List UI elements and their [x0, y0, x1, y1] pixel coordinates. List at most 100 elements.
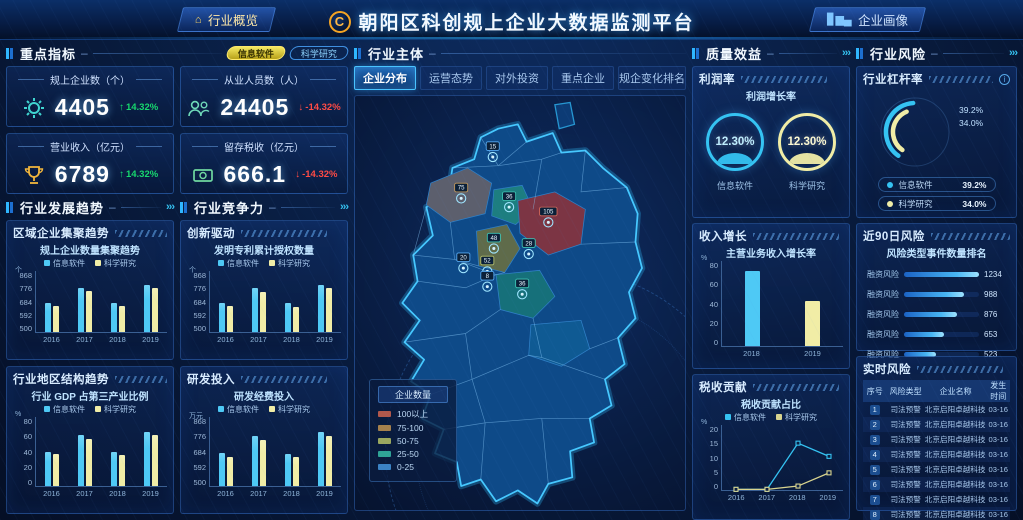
x-tick: 2016	[217, 489, 234, 498]
legend-label: 0-25	[397, 462, 414, 472]
panel-title: 近90日风险	[863, 228, 925, 244]
section-title: 行业发展趋势	[20, 198, 104, 217]
filter-tab-0[interactable]: 信息软件	[225, 46, 287, 60]
bar	[152, 435, 158, 486]
section-title: 行业竞争力	[194, 198, 264, 217]
filter-tab-1[interactable]: 科学研究	[288, 46, 350, 60]
row-no-badge: 6	[870, 480, 880, 490]
trophy-icon	[22, 163, 46, 187]
bar	[111, 303, 117, 332]
more-arrow[interactable]: ›››	[340, 201, 348, 213]
legend-item: 信息软件	[44, 404, 85, 415]
metric-delta-value: -14.32%	[302, 169, 337, 180]
occur-time: 03-16	[986, 402, 1010, 417]
bar	[293, 307, 299, 332]
y-tick: 10	[699, 454, 718, 463]
trend-panel-0: 创新驱动发明专利累计授权数量信息软件科学研究个86877668459250020…	[180, 220, 348, 360]
metric-value: 6789	[55, 161, 110, 188]
row-no-badge: 4	[870, 450, 880, 460]
legend-swatch	[269, 260, 275, 266]
table-row[interactable]: 4司法预警北京启阳卓越科技有限公司03-16	[863, 447, 1010, 462]
tab-运营态势[interactable]: 运营态势	[420, 66, 482, 90]
table-row[interactable]: 3司法预警北京启阳卓越科技有限公司03-16	[863, 432, 1010, 447]
tab-对外投资[interactable]: 对外投资	[486, 66, 548, 90]
legend-item: 科学研究	[95, 404, 136, 415]
tab-规企变化排名[interactable]: 规企变化排名	[618, 66, 686, 90]
bar-fill	[904, 312, 957, 317]
col-header: 序号	[863, 380, 887, 402]
table-row[interactable]: 1司法预警北京启阳卓越科技有限公司03-16	[863, 402, 1010, 417]
section-bars-icon	[692, 48, 701, 59]
tab-重点企业[interactable]: 重点企业	[552, 66, 614, 90]
plot-area	[209, 417, 341, 487]
bar	[45, 303, 51, 332]
bar	[53, 454, 59, 486]
more-arrow[interactable]: ›››	[1009, 47, 1017, 59]
nav-industry-overview[interactable]: ⌂ 行业概览	[177, 7, 276, 32]
more-arrow[interactable]: ›››	[842, 47, 850, 59]
y-axis: 868776684592500	[13, 271, 35, 333]
more-arrow[interactable]: ›››	[166, 201, 174, 213]
info-icon[interactable]: i	[999, 74, 1010, 85]
nav-enterprise-profile-label: 企业画像	[858, 10, 908, 29]
y-tick: 20	[699, 425, 718, 434]
bar	[326, 436, 332, 486]
y-tick: 5	[699, 468, 718, 477]
bar-track	[904, 272, 979, 277]
company-name: 北京启阳卓越科技有限公司	[925, 447, 987, 462]
y-tick: 80	[699, 261, 718, 270]
y-tick: 60	[699, 280, 718, 289]
x-tick: 2016	[43, 489, 60, 498]
tab-企业分布[interactable]: 企业分布	[354, 66, 416, 90]
bar-group	[252, 288, 266, 332]
bar-group	[285, 454, 299, 486]
chart: 发明专利累计授权数量信息软件科学研究个868776684592500201620…	[187, 242, 341, 344]
occur-time: 03-16	[986, 507, 1010, 520]
chart-title: 风险类型事件数量排名	[863, 245, 1010, 260]
metric-title: 从业人员数（人）	[181, 72, 347, 87]
nav-enterprise-profile[interactable]: ▊▆▄ 企业画像	[809, 7, 926, 32]
panel-title: 研发投入	[187, 371, 235, 387]
bar-track	[904, 292, 979, 297]
y-tick: 500	[13, 324, 32, 333]
legend-value: 39.2%	[962, 180, 986, 190]
metric-card-1: 从业人员数（人）24405↓-14.32%	[180, 66, 348, 127]
row-no: 1	[863, 402, 887, 417]
company-name: 北京启阳卓越科技有限公司	[925, 507, 987, 520]
metric-delta: ↑14.32%	[119, 102, 158, 113]
leverage-value-science: 34.0%	[959, 117, 983, 130]
bar	[805, 301, 820, 346]
y-tick: 500	[187, 478, 206, 487]
risk-rank-row: 融资风险876	[863, 304, 1010, 324]
metric-delta: ↓-14.32%	[295, 169, 337, 180]
company-name: 北京启阳卓越科技有限公司	[925, 492, 987, 507]
row-no-badge: 7	[870, 495, 880, 505]
col-header: 发生时间	[986, 380, 1010, 402]
gauge-value: 12.30%	[787, 136, 826, 148]
plot-area	[209, 271, 341, 333]
y-tick: 60	[13, 432, 32, 441]
bar	[78, 435, 84, 486]
row-no-badge: 5	[870, 465, 880, 475]
metric-delta-value: -14.32%	[305, 102, 340, 113]
legend-value: 34.0%	[962, 199, 986, 209]
x-tick: 2019	[316, 335, 333, 344]
chart-legend: 信息软件科学研究	[699, 412, 843, 423]
leverage-legend-item: 信息软件39.2%	[878, 177, 996, 192]
gauge-science-research: 12.30% 科学研究	[778, 113, 836, 192]
occur-time: 03-16	[986, 492, 1010, 507]
y-tick: 20	[699, 319, 718, 328]
table-row[interactable]: 8司法预警北京启阳卓越科技有限公司03-16	[863, 507, 1010, 520]
table-row[interactable]: 2司法预警北京启阳卓越科技有限公司03-16	[863, 417, 1010, 432]
risk-type-label: 融资风险	[863, 329, 899, 340]
table-row[interactable]: 5司法预警北京启阳卓越科技有限公司03-16	[863, 462, 1010, 477]
trend-panel-1: 研发投入研发经费投入信息软件科学研究万元86877668459250020162…	[180, 366, 348, 514]
table-row[interactable]: 6司法预警北京启阳卓越科技有限公司03-16	[863, 477, 1010, 492]
table-row[interactable]: 7司法预警北京启阳卓越科技有限公司03-16	[863, 492, 1010, 507]
row-no: 7	[863, 492, 887, 507]
bar-group	[318, 285, 332, 332]
y-tick: 684	[187, 298, 206, 307]
dashboard: ⌂ 行业概览 C 朝阳区科创规上企业大数据监测平台 ▊▆▄ 企业画像 重点指标 …	[0, 0, 1023, 520]
realtime-risk-panel: 实时风险 序号风险类型企业名称发生时间 1司法预警北京启阳卓越科技有限公司03-…	[856, 356, 1017, 511]
people-icon	[187, 96, 211, 120]
